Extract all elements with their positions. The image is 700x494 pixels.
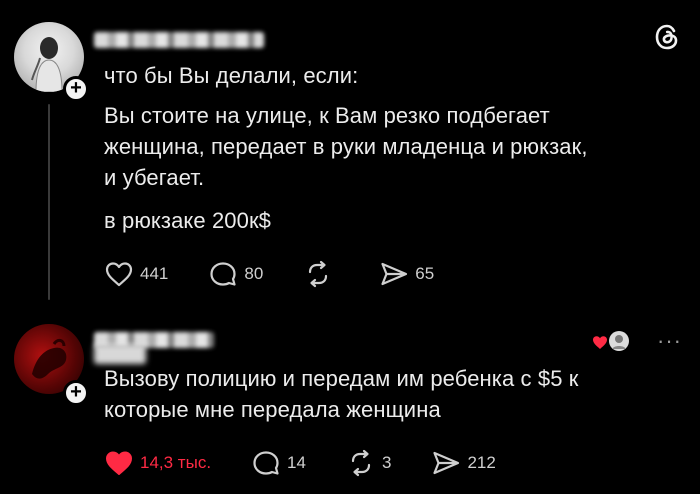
comment-count: 80 [244, 264, 264, 283]
reply-text-line: которые мне передала женщина [104, 397, 441, 422]
post-text-line: Вы стоите на улице, к Вам резко подбегае… [104, 103, 550, 128]
comment-icon [210, 262, 236, 286]
repost-button[interactable]: 3 [346, 449, 391, 477]
username-blurred[interactable] [94, 32, 264, 48]
plus-icon: + [70, 381, 82, 403]
thread-line [48, 104, 50, 300]
comment-button[interactable]: 80 [208, 260, 263, 288]
repost-count: 3 [381, 453, 392, 472]
follow-plus-button[interactable]: + [63, 380, 89, 406]
share-button[interactable]: 65 [379, 260, 434, 288]
share-icon [381, 262, 408, 286]
username-blurred [94, 344, 146, 364]
post-text-line: что бы Вы делали, если: [104, 63, 359, 88]
comment-button[interactable]: 14 [251, 449, 306, 477]
share-button[interactable]: 212 [431, 449, 496, 477]
like-button[interactable]: 14,3 тыс. [104, 449, 211, 477]
thread-post: + что бы Вы делали, если: Вы стоите на у… [0, 0, 700, 310]
heart-icon [105, 262, 133, 287]
share-icon [433, 451, 460, 475]
share-count: 212 [467, 453, 496, 472]
action-bar: 14,3 тыс. 14 3 212 [104, 449, 536, 477]
repost-button[interactable] [303, 260, 339, 288]
comment-icon [253, 451, 279, 475]
comment-count: 14 [287, 453, 306, 472]
repost-icon [309, 260, 328, 288]
like-count: 441 [140, 264, 169, 283]
action-bar: 441 80 65 [104, 260, 474, 288]
plus-icon: + [70, 77, 82, 99]
heart-filled-icon [106, 451, 132, 475]
post-text-line: женщина, передает в руки младенца и рюкз… [104, 134, 588, 159]
liked-by-author-indicator [593, 331, 629, 351]
more-options-button[interactable]: ··· [657, 328, 682, 354]
follow-plus-button[interactable]: + [63, 76, 89, 102]
like-button[interactable]: 441 [104, 260, 168, 288]
post-text-line: в рюкзаке 200к$ [104, 208, 272, 233]
share-count: 65 [415, 264, 435, 283]
like-count: 14,3 тыс. [140, 453, 212, 472]
post-text-line: и убегает. [104, 165, 205, 190]
threads-logo-icon [655, 24, 678, 50]
thread-reply: + ··· Вызову полицию и передам им ребенк… [0, 310, 700, 494]
reply-text-line: Вызову полицию и передам им ребенка с $5… [104, 366, 579, 391]
repost-icon [351, 449, 371, 477]
